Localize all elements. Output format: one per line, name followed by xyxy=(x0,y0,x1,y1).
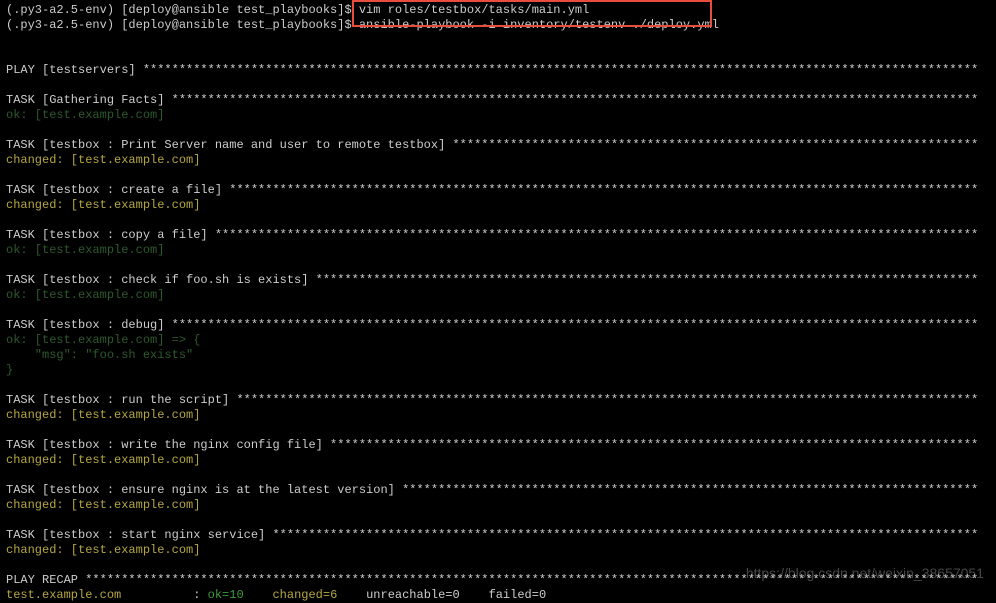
blank-line xyxy=(6,78,990,93)
terminal-line: (.py3-a2.5-env) [deploy@ansible test_pla… xyxy=(6,18,990,33)
terminal-line: TASK [testbox : debug] *****************… xyxy=(6,318,990,333)
terminal-line: ok: [test.example.com] xyxy=(6,288,990,303)
terminal-line: "msg": "foo.sh exists" xyxy=(6,348,990,363)
terminal-line: TASK [testbox : check if foo.sh is exist… xyxy=(6,273,990,288)
blank-line xyxy=(6,303,990,318)
blank-line xyxy=(6,123,990,138)
blank-line xyxy=(6,378,990,393)
blank-line xyxy=(6,258,990,273)
blank-line xyxy=(6,468,990,483)
terminal-line: changed: [test.example.com] xyxy=(6,543,990,558)
terminal-line: TASK [testbox : ensure nginx is at the l… xyxy=(6,483,990,498)
terminal-line: ok: [test.example.com] xyxy=(6,108,990,123)
terminal-line: TASK [testbox : copy a file] ***********… xyxy=(6,228,990,243)
blank-line xyxy=(6,423,990,438)
terminal-output: (.py3-a2.5-env) [deploy@ansible test_pla… xyxy=(6,3,990,603)
terminal-line: TASK [testbox : start nginx service] ***… xyxy=(6,528,990,543)
terminal-line: ok: [test.example.com] xyxy=(6,243,990,258)
terminal-line: changed: [test.example.com] xyxy=(6,408,990,423)
terminal-line: PLAY [testservers] *********************… xyxy=(6,63,990,78)
blank-line xyxy=(6,33,990,48)
blank-line xyxy=(6,213,990,228)
terminal-line: changed: [test.example.com] xyxy=(6,153,990,168)
terminal-line: PLAY RECAP *****************************… xyxy=(6,573,990,588)
blank-line xyxy=(6,513,990,528)
terminal-line: changed: [test.example.com] xyxy=(6,498,990,513)
terminal-line: (.py3-a2.5-env) [deploy@ansible test_pla… xyxy=(6,3,990,18)
terminal-line: TASK [testbox : Print Server name and us… xyxy=(6,138,990,153)
terminal-line: TASK [Gathering Facts] *****************… xyxy=(6,93,990,108)
terminal-line: TASK [testbox : run the script] ********… xyxy=(6,393,990,408)
terminal-line: TASK [testbox : write the nginx config f… xyxy=(6,438,990,453)
terminal-line: ok: [test.example.com] => { xyxy=(6,333,990,348)
terminal-line: TASK [testbox : create a file] *********… xyxy=(6,183,990,198)
terminal-line: test.example.com : ok=10 changed=6 unrea… xyxy=(6,588,990,603)
terminal-line: changed: [test.example.com] xyxy=(6,198,990,213)
terminal-line: changed: [test.example.com] xyxy=(6,453,990,468)
blank-line xyxy=(6,48,990,63)
blank-line xyxy=(6,168,990,183)
blank-line xyxy=(6,558,990,573)
terminal-line: } xyxy=(6,363,990,378)
